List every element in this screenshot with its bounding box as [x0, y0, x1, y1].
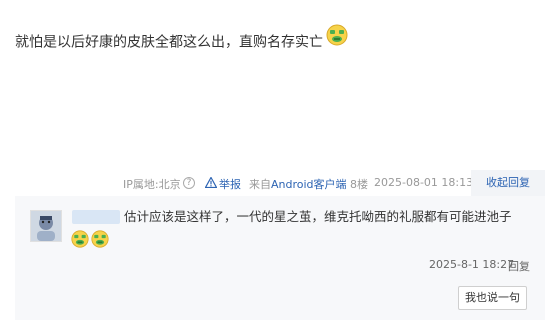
money-face-emoji-icon [326, 24, 348, 51]
sub-reply-emojis [71, 230, 111, 252]
user-avatar[interactable] [30, 210, 62, 242]
sub-reply-button[interactable]: 回复 [508, 258, 530, 274]
warning-icon [204, 176, 218, 191]
post-text: 就怕是以后好康的皮肤全都这么出，直购名存实亡 [15, 34, 323, 51]
money-face-emoji-icon [71, 230, 89, 252]
post-meta-bar: IP属地:北京 ? 举报 来自 Android客户端 8楼 2025-08-01… [0, 170, 550, 196]
say-something-button[interactable]: 我也说一句 [458, 286, 527, 310]
sub-reply-text: 估计应该是这样了，一代的星之茧，维克托呦西的礼服都有可能进池子 [124, 209, 512, 224]
money-face-emoji-icon [91, 230, 109, 252]
floor-number: 8楼 [350, 178, 368, 191]
post-content: 就怕是以后好康的皮肤全都这么出，直购名存实亡 [15, 24, 348, 56]
source-client-link[interactable]: Android客户端 [271, 176, 347, 192]
collapse-reply-button[interactable]: 收起回复 [471, 170, 545, 196]
sub-reply-time: 2025-8-1 18:27 [429, 258, 515, 271]
post-time: 2025-08-01 18:13 [374, 176, 474, 189]
source-prefix: 来自 [249, 178, 271, 191]
username-redacted[interactable] [72, 210, 120, 224]
help-icon[interactable]: ? [183, 177, 195, 189]
ip-location: IP属地:北京 [123, 178, 181, 191]
report-link[interactable]: 举报 [219, 176, 241, 192]
